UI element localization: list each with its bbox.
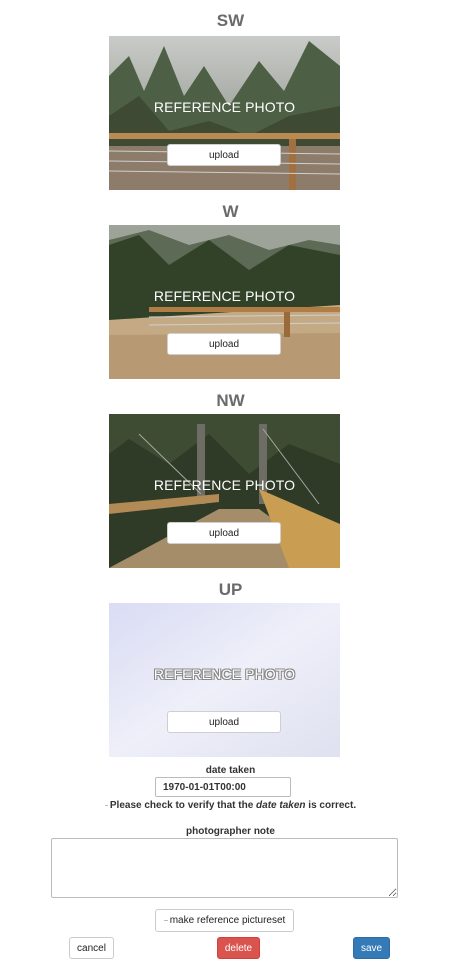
verify-date-row: Please check to verify that the date tak… [0,800,461,811]
verify-text-before: Please check to verify that the [109,800,257,811]
make-pictureset-label: make reference pictureset [169,915,286,926]
upload-button-sw[interactable]: upload [167,144,281,166]
upload-button-up[interactable]: upload [167,711,281,733]
reference-photo-label: REFERENCE PHOTO [153,99,296,115]
reference-photo-label: REFERENCE PHOTO [153,477,296,493]
reference-photo-sw: REFERENCE PHOTO upload [109,36,340,190]
delete-button[interactable]: delete [217,937,260,959]
upload-button-w[interactable]: upload [167,333,281,355]
date-taken-label: date taken [205,765,256,776]
reference-photo-label: REFERENCE PHOTO [153,288,296,304]
verify-text-after: is correct. [305,800,357,811]
section-heading-w: W [222,202,239,221]
section-heading-sw: SW [216,11,245,30]
photographer-note-textarea[interactable] [51,838,398,898]
cancel-button[interactable]: cancel [69,937,114,959]
verify-text-emphasis: date taken [256,800,306,811]
save-button[interactable]: save [353,937,390,959]
reference-photo-w: REFERENCE PHOTO upload [109,225,340,379]
section-heading-nw: NW [216,391,245,410]
make-reference-pictureset-button[interactable]: make reference pictureset [155,909,294,932]
verify-date-checkbox[interactable] [104,804,108,806]
section-heading-up: UP [218,580,243,599]
date-taken-input[interactable] [155,777,291,797]
make-pictureset-checkbox [163,919,168,921]
upload-button-nw[interactable]: upload [167,522,281,544]
reference-photo-nw: REFERENCE PHOTO upload [109,414,340,568]
reference-photo-label: REFERENCE PHOTO [153,666,296,682]
reference-photo-up: REFERENCE PHOTO upload [109,603,340,757]
photographer-note-label: photographer note [186,826,275,837]
